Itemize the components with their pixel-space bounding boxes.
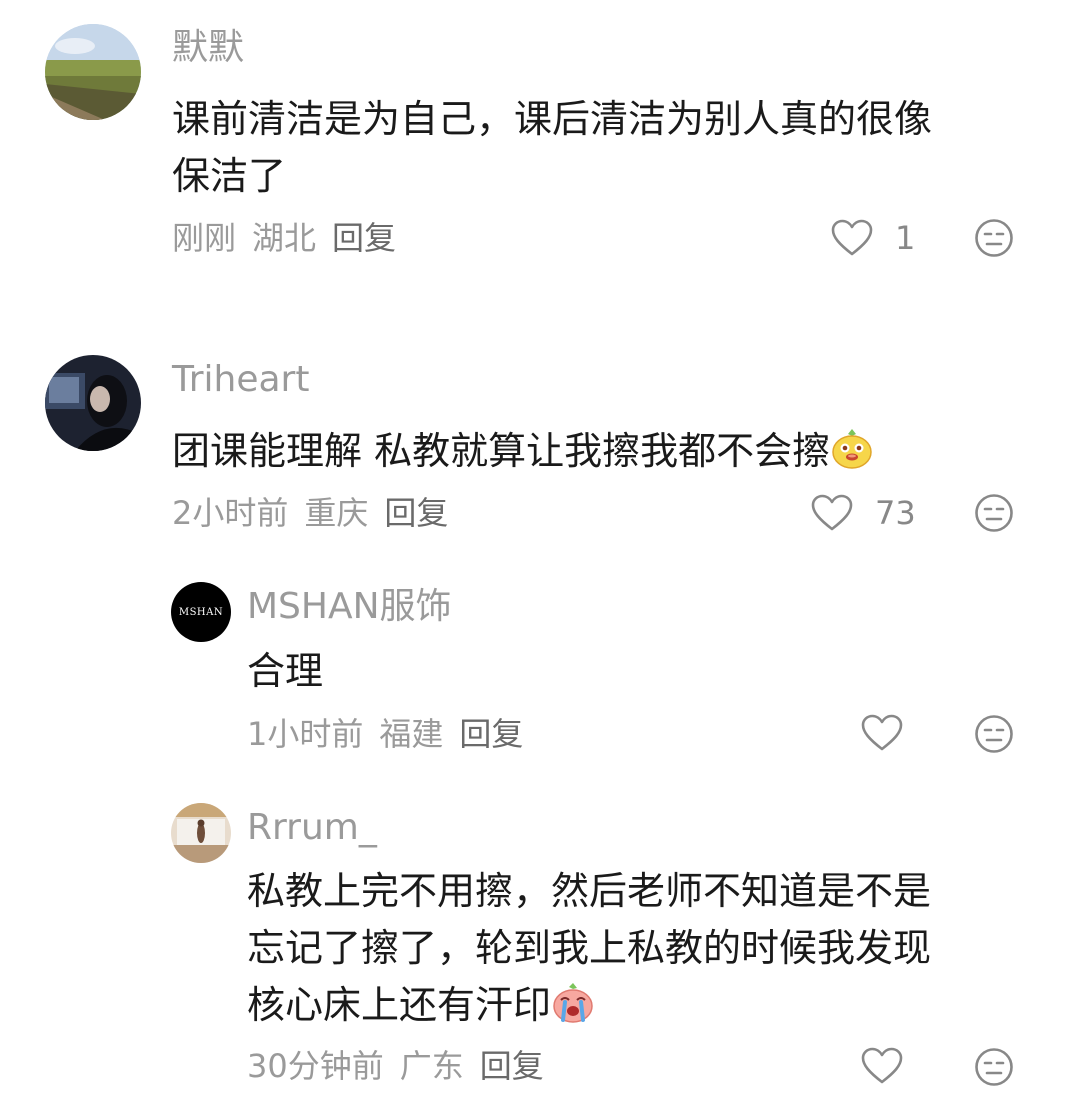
comment-location: 重庆 <box>304 494 369 532</box>
comment-time: 1小时前 <box>247 715 364 753</box>
reply-button[interactable]: 回复 <box>332 219 396 257</box>
comment-time: 刚刚 <box>172 219 237 257</box>
like-button[interactable]: 73 <box>811 493 916 533</box>
avatar[interactable] <box>45 355 141 451</box>
comment-text-line: 合理 <box>247 649 324 693</box>
heart-icon <box>811 494 853 531</box>
like-button[interactable]: 1 <box>831 218 915 258</box>
comment-location: 广东 <box>399 1047 464 1085</box>
crying-pink-face-emoji <box>553 983 593 1023</box>
reply-button[interactable]: 回复 <box>459 715 523 753</box>
comment-text-line: 私教上完不用擦，然后老师不知道是不是 <box>247 869 932 913</box>
heart-icon <box>861 1047 903 1084</box>
dislike-face-icon[interactable] <box>974 1047 1014 1087</box>
username[interactable]: MSHAN服饰 <box>247 585 452 629</box>
yellow-cute-face-emoji <box>832 429 872 469</box>
like-count: 1 <box>895 219 916 257</box>
avatar[interactable]: MSHAN <box>171 582 231 642</box>
like-count: 73 <box>875 494 916 532</box>
comment-text-line: 课前清洁是为自己，课后清洁为别人真的很像 <box>172 97 933 141</box>
username[interactable]: Rrrum_ <box>247 806 377 850</box>
comment-meta: 1小时前 福建 回复 <box>247 714 523 754</box>
comment-location: 福建 <box>379 715 444 753</box>
avatar[interactable] <box>171 803 231 863</box>
comment-meta: 30分钟前 广东 回复 <box>247 1046 544 1086</box>
comment-meta: 刚刚 湖北 回复 <box>172 218 396 258</box>
username[interactable]: Triheart <box>172 358 309 402</box>
avatar-logo-text: MSHAN <box>178 606 224 618</box>
comment-time: 2小时前 <box>172 494 289 532</box>
reply-button[interactable]: 回复 <box>480 1047 544 1085</box>
comment-meta: 2小时前 重庆 回复 <box>172 493 448 533</box>
dislike-face-icon[interactable] <box>974 714 1014 754</box>
comment-text-line: 忘记了擦了，轮到我上私教的时候我发现 <box>247 926 932 970</box>
comment-location: 湖北 <box>252 219 317 257</box>
heart-icon <box>831 219 873 256</box>
comment-text-line: 团课能理解 私教就算让我擦我都不会擦 <box>172 423 874 480</box>
dislike-face-icon[interactable] <box>974 218 1014 258</box>
comment-text-line: 核心床上还有汗印 <box>247 977 595 1034</box>
dislike-face-icon[interactable] <box>974 493 1014 533</box>
like-button[interactable] <box>861 1047 903 1085</box>
username[interactable]: 默默 <box>172 26 244 70</box>
comment-time: 30分钟前 <box>247 1047 384 1085</box>
heart-icon <box>861 714 903 751</box>
reply-button[interactable]: 回复 <box>384 494 448 532</box>
avatar[interactable] <box>45 24 141 120</box>
comment-text-line: 保洁了 <box>172 154 287 198</box>
like-button[interactable] <box>861 714 903 752</box>
